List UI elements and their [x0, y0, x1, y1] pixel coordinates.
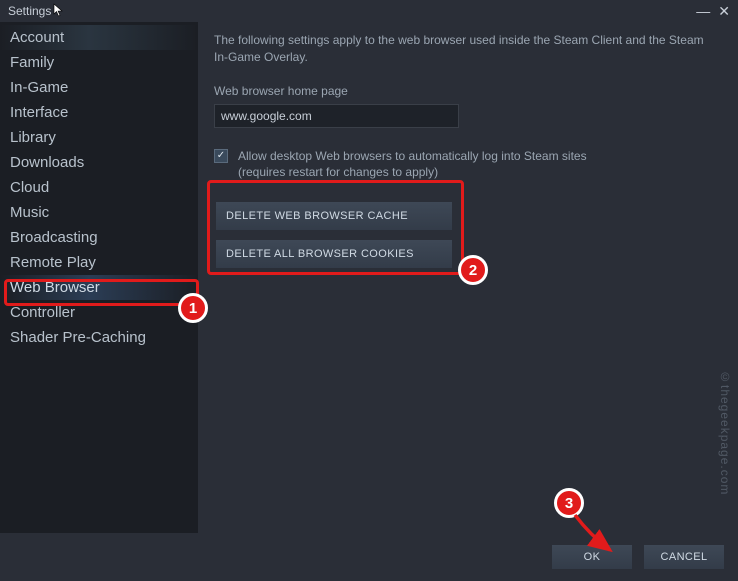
sidebar-item-label: Broadcasting — [10, 229, 98, 246]
sidebar-item-shader-pre-caching[interactable]: Shader Pre-Caching — [0, 325, 198, 350]
sidebar-item-broadcasting[interactable]: Broadcasting — [0, 225, 198, 250]
annotation-badge-3: 3 — [554, 488, 584, 518]
annotation-badge-1: 1 — [178, 293, 208, 323]
sidebar-item-label: Remote Play — [10, 254, 96, 271]
window-title-text: Settings — [8, 4, 51, 18]
annotation-badge-2: 2 — [458, 255, 488, 285]
checkbox-line1: Allow desktop Web browsers to automatica… — [238, 149, 587, 163]
sidebar-item-interface[interactable]: Interface — [0, 100, 198, 125]
sidebar-item-label: Family — [10, 54, 54, 71]
sidebar-item-in-game[interactable]: In-Game — [0, 75, 198, 100]
cursor-icon — [53, 3, 65, 20]
sidebar-item-label: Controller — [10, 304, 75, 321]
cancel-button[interactable]: CANCEL — [644, 545, 724, 569]
sidebar-item-label: In-Game — [10, 79, 68, 96]
sidebar-item-label: Music — [10, 204, 49, 221]
homepage-input[interactable] — [214, 104, 459, 128]
delete-cookies-button[interactable]: DELETE ALL BROWSER COOKIES — [216, 240, 452, 268]
main-area: Account Family In-Game Interface Library… — [0, 22, 738, 533]
close-button[interactable]: ✕ — [718, 3, 730, 20]
ok-button[interactable]: OK — [552, 545, 632, 569]
delete-cache-button[interactable]: DELETE WEB BROWSER CACHE — [216, 202, 452, 230]
sidebar-item-remote-play[interactable]: Remote Play — [0, 250, 198, 275]
sidebar: Account Family In-Game Interface Library… — [0, 22, 198, 533]
window-title: Settings — [8, 3, 65, 20]
checkbox-text: Allow desktop Web browsers to automatica… — [238, 148, 587, 180]
checkbox-icon[interactable]: ✓ — [214, 149, 228, 163]
homepage-label: Web browser home page — [214, 84, 720, 98]
checkbox-line2: (requires restart for changes to apply) — [238, 165, 438, 179]
sidebar-item-label: Web Browser — [10, 279, 100, 296]
minimize-button[interactable]: — — [696, 3, 710, 20]
sidebar-item-music[interactable]: Music — [0, 200, 198, 225]
watermark-text: ©thegeekpage.com — [718, 370, 732, 495]
panel-description: The following settings apply to the web … — [214, 32, 720, 66]
sidebar-item-label: Interface — [10, 104, 68, 121]
settings-window: Settings — ✕ Account Family In-Game Inte… — [0, 0, 738, 581]
titlebar: Settings — ✕ — [0, 0, 738, 22]
sidebar-item-label: Library — [10, 129, 56, 146]
sidebar-item-library[interactable]: Library — [0, 125, 198, 150]
sidebar-item-label: Account — [10, 29, 64, 46]
sidebar-item-controller[interactable]: Controller — [0, 300, 198, 325]
sidebar-item-label: Shader Pre-Caching — [10, 329, 146, 346]
sidebar-item-cloud[interactable]: Cloud — [0, 175, 198, 200]
auto-login-checkbox-row[interactable]: ✓ Allow desktop Web browsers to automati… — [214, 148, 720, 180]
sidebar-item-label: Cloud — [10, 179, 49, 196]
sidebar-item-downloads[interactable]: Downloads — [0, 150, 198, 175]
sidebar-item-family[interactable]: Family — [0, 50, 198, 75]
sidebar-item-label: Downloads — [10, 154, 84, 171]
sidebar-item-account[interactable]: Account — [0, 25, 198, 50]
footer-buttons: OK CANCEL — [552, 545, 724, 569]
sidebar-item-web-browser[interactable]: Web Browser — [0, 275, 198, 300]
